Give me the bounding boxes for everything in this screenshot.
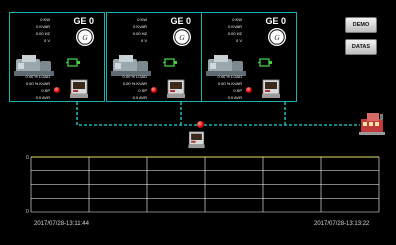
- y-tick-top: 0: [26, 155, 29, 161]
- chart-grid: [30, 156, 380, 213]
- frequency-reading: 0.00 HZ: [132, 31, 147, 36]
- ge-logo-icon: G: [173, 28, 191, 46]
- load-reading: 0.00 % LOAD: [122, 74, 147, 79]
- setpoint-reading: 0 SP: [41, 88, 50, 93]
- ge-label: GE 0: [73, 16, 94, 26]
- start-timestamp: 2017/07/28-13:11:44: [34, 221, 89, 227]
- setpoint-reading: 0 SP: [138, 88, 147, 93]
- svg-text:G: G: [274, 33, 280, 42]
- demo-button[interactable]: DEMO: [345, 17, 377, 33]
- status-dot-icon[interactable]: [246, 87, 252, 93]
- voltage-reading: 0 V: [140, 38, 147, 43]
- kvar-reading: 0 KVAR: [228, 24, 242, 29]
- svg-text:G: G: [82, 33, 88, 42]
- generator-icon: [163, 58, 177, 67]
- status-dot-icon[interactable]: [54, 87, 60, 93]
- avr-reading: 0.0 AVR: [132, 95, 147, 100]
- ge-logo-icon: G: [76, 28, 94, 46]
- status-dot-icon[interactable]: [151, 87, 157, 93]
- kvar-reading: 0 KVAR: [133, 24, 147, 29]
- controller-icon[interactable]: [167, 79, 185, 99]
- voltage-reading: 0 V: [235, 38, 242, 43]
- avr-reading: 0.0 AVR: [227, 95, 242, 100]
- kvar-reading: 0 KVAR: [36, 24, 50, 29]
- kvar-percent-reading: 0.00 % KVAR: [122, 81, 147, 86]
- datas-button[interactable]: DATAS: [345, 39, 377, 55]
- bus-status-dot-icon[interactable]: [197, 121, 204, 128]
- trend-chart: 0 0: [26, 155, 380, 215]
- y-tick-bottom: 0: [26, 209, 29, 215]
- kvar-percent-reading: 0.00 % KVAR: [217, 81, 242, 86]
- avr-reading: 0.0 AVR: [35, 95, 50, 100]
- voltage-reading: 0 V: [43, 38, 50, 43]
- controller-icon[interactable]: [70, 79, 88, 99]
- ge-label: GE 0: [170, 16, 191, 26]
- svg-text:G: G: [179, 33, 185, 42]
- load-reading: 0.00 % LOAD: [217, 74, 242, 79]
- generator-panel-1[interactable]: 0 KW 0 KVAR 0.00 HZ 0 V GE 0 G 0.00 % LO…: [9, 12, 105, 102]
- frequency-reading: 0.00 HZ: [227, 31, 242, 36]
- generator-icon: [66, 58, 80, 67]
- generator-icon: [258, 58, 272, 67]
- ge-logo-icon: G: [268, 28, 286, 46]
- kw-reading: 0 KW: [40, 17, 50, 22]
- kw-reading: 0 KW: [137, 17, 147, 22]
- frequency-reading: 0.00 HZ: [35, 31, 50, 36]
- kw-reading: 0 KW: [232, 17, 242, 22]
- generator-panel-2[interactable]: 0 KW 0 KVAR 0.00 HZ 0 V GE 0 G 0.00 % LO…: [106, 12, 202, 102]
- ge-label: GE 0: [265, 16, 286, 26]
- building-icon[interactable]: [357, 110, 387, 136]
- kvar-percent-reading: 0.00 % KVAR: [25, 81, 50, 86]
- setpoint-reading: 0 SP: [233, 88, 242, 93]
- end-timestamp: 2017/07/28-13:13:22: [314, 221, 370, 227]
- load-reading: 0.00 % LOAD: [25, 74, 50, 79]
- controller-icon[interactable]: [262, 79, 280, 99]
- generator-panel-3[interactable]: 0 KW 0 KVAR 0.00 HZ 0 V GE 0 G 0.00 % LO…: [201, 12, 297, 102]
